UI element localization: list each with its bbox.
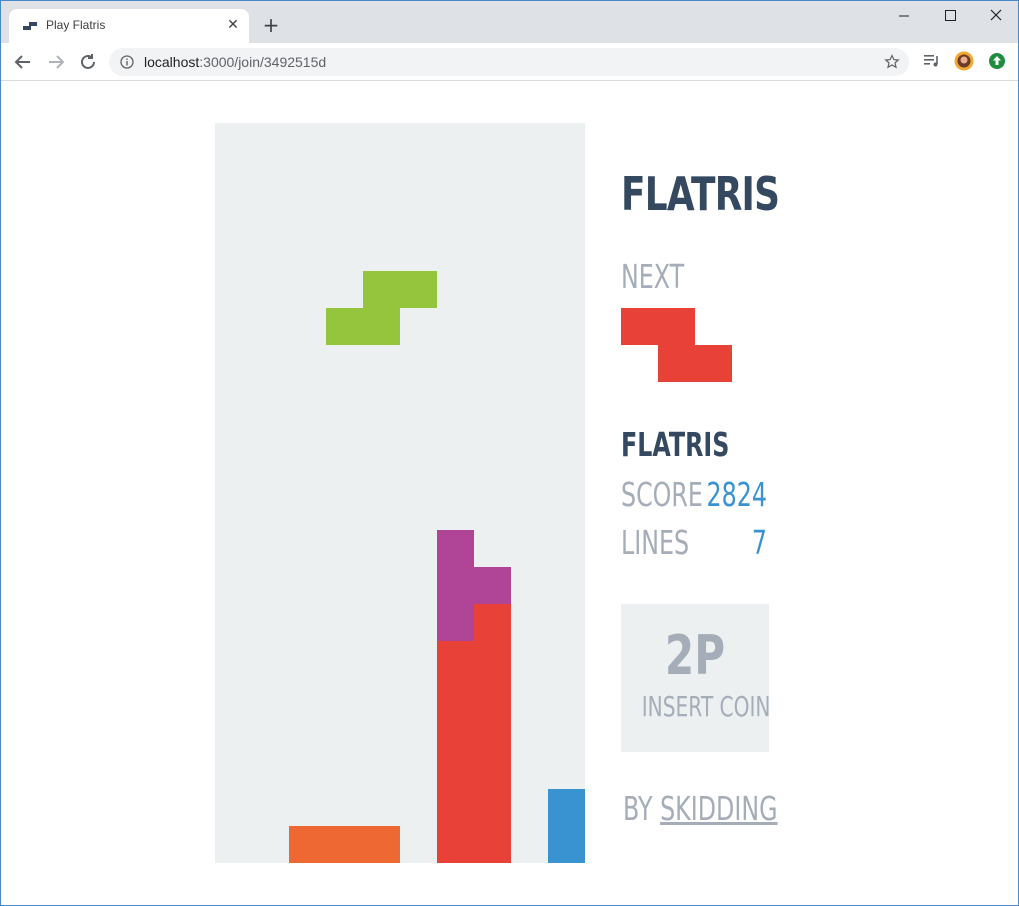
tab-bar: Play Flatris ✕ + [1,1,1018,43]
forward-icon[interactable] [44,50,68,74]
url-path: :3000/join/3492515d [199,54,327,70]
lines-value: 7 [751,523,767,562]
settled-block [363,826,400,863]
settled-block [474,567,511,604]
player-name: FLATRIS [621,425,730,464]
update-available-icon[interactable] [987,51,1007,71]
settled-block [474,715,511,752]
close-icon [990,9,1002,21]
address-bar[interactable]: localhost:3000/join/3492515d [109,48,909,76]
next-piece-block [658,345,695,382]
insert-coin-button[interactable]: 2P INSERT COIN [621,604,771,752]
falling-piece-block [363,308,400,345]
credits: BY SKIDDING [623,789,778,828]
reload-icon[interactable] [76,50,100,74]
settled-block [326,826,363,863]
two-player-label: 2P [664,624,726,687]
flatris-favicon-icon [23,22,37,30]
tab-play-flatris[interactable]: Play Flatris ✕ [9,9,249,43]
game-well [215,123,585,863]
settled-block [289,826,326,863]
url-text[interactable]: localhost:3000/join/3492515d [144,54,326,70]
settled-block [437,826,474,863]
next-label: NEXT [621,257,685,296]
browser-window: Play Flatris ✕ + localhost:3000/join/349… [0,0,1019,906]
settled-block [437,789,474,826]
info-icon[interactable] [120,55,134,69]
tab-title: Play Flatris [46,18,106,32]
settled-block [548,826,585,863]
falling-piece-block [326,308,363,345]
score-value: 2824 [706,475,767,514]
bookmark-star-icon[interactable] [884,54,900,70]
url-host: localhost [144,54,200,70]
settled-block [474,604,511,641]
settled-block [437,567,474,604]
new-tab-button[interactable]: + [259,13,283,37]
credits-by: BY [623,789,653,828]
browser-toolbar: localhost:3000/join/3492515d [1,43,1018,81]
minimize-button[interactable] [881,1,927,31]
next-piece-block [621,308,658,345]
falling-piece-block [400,271,437,308]
settled-block [474,789,511,826]
settled-block [474,752,511,789]
settled-block [548,789,585,826]
insert-coin-label: INSERT COIN [641,690,771,723]
close-window-button[interactable] [973,1,1019,31]
maximize-icon [945,10,956,21]
game-title: FLATRIS [621,167,780,221]
settled-block [437,604,474,641]
settled-block [474,826,511,863]
next-piece-preview [621,308,769,382]
credits-author-link[interactable]: SKIDDING [660,789,777,828]
settled-block [437,678,474,715]
settled-block [437,641,474,678]
media-control-icon[interactable] [922,51,942,71]
settled-block [474,641,511,678]
next-piece-block [658,308,695,345]
settled-block [474,678,511,715]
next-piece-block [695,345,732,382]
falling-piece-block [363,271,400,308]
maximize-button[interactable] [927,1,973,31]
minimize-icon [899,15,909,17]
settled-block [437,752,474,789]
settled-block [437,530,474,567]
lines-label: LINES [621,523,690,562]
score-label: SCORE [621,475,703,514]
tab-close-icon[interactable]: ✕ [225,17,241,33]
profile-avatar-icon[interactable] [954,51,974,71]
back-icon[interactable] [11,50,35,74]
settled-block [437,715,474,752]
